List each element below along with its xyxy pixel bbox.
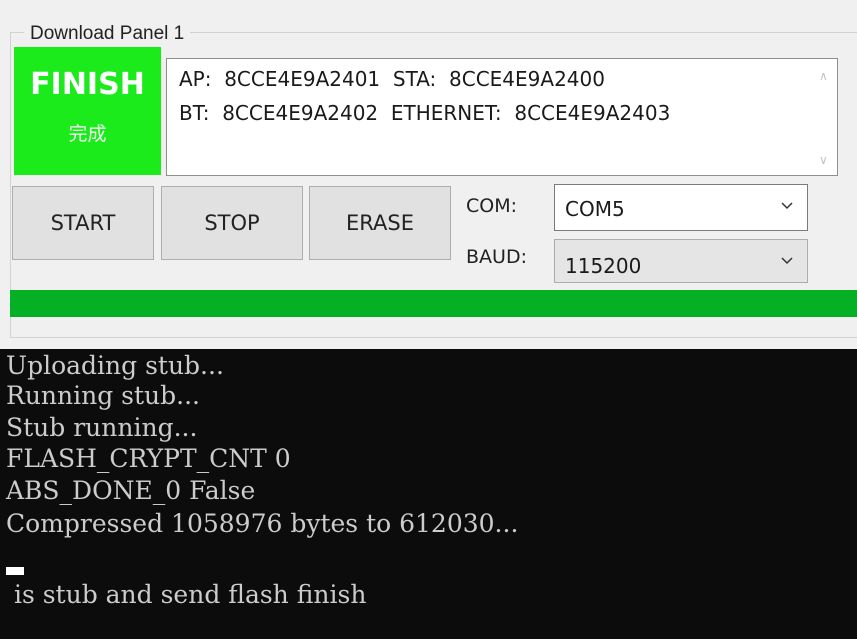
status-sub-text: 完成 <box>68 123 107 145</box>
scroll-up-icon[interactable]: ∧ <box>819 69 828 83</box>
info-scrollbar[interactable]: ∧ ∨ <box>815 59 837 175</box>
console-line: Stub running... <box>6 413 198 442</box>
console-output: Uploading stub... Running stub... Stub r… <box>0 349 857 639</box>
progress-fill <box>10 290 857 317</box>
mac-line-ap-sta: AP: 8CCE4E9A2401 STA: 8CCE4E9A2400 <box>179 67 605 91</box>
progress-bar <box>10 290 857 317</box>
console-line: FLASH_CRYPT_CNT 0 <box>6 444 291 473</box>
chevron-down-icon <box>781 257 793 265</box>
com-label: COM: <box>466 195 518 217</box>
mac-info-textbox[interactable]: AP: 8CCE4E9A2401 STA: 8CCE4E9A2400 BT: 8… <box>166 58 838 176</box>
stop-button[interactable]: STOP <box>161 186 303 260</box>
console-line: Uploading stub... <box>6 351 224 380</box>
baud-label: BAUD: <box>466 246 527 268</box>
console-line: Running stub... <box>6 381 200 410</box>
status-main-text: FINISH <box>30 67 145 102</box>
com-value: COM5 <box>565 197 625 221</box>
mac-line-bt-ethernet: BT: 8CCE4E9A2402 ETHERNET: 8CCE4E9A2403 <box>179 101 671 125</box>
console-line: is stub and send flash finish <box>6 580 367 609</box>
console-line: ABS_DONE_0 False <box>6 476 256 505</box>
console-line: Compressed 1058976 bytes to 612030... <box>6 509 519 538</box>
scroll-down-icon[interactable]: ∨ <box>819 153 828 167</box>
console-cursor <box>6 567 24 575</box>
start-button[interactable]: START <box>12 186 154 260</box>
com-select[interactable]: COM5 <box>554 184 808 231</box>
download-tool-window: Download Panel 1 FINISH 完成 AP: 8CCE4E9A2… <box>0 0 857 349</box>
baud-value: 115200 <box>565 254 642 278</box>
panel-title: Download Panel 1 <box>24 22 191 46</box>
baud-select[interactable]: 115200 <box>554 239 808 283</box>
status-indicator: FINISH 完成 <box>14 47 161 175</box>
erase-button[interactable]: ERASE <box>309 186 451 260</box>
chevron-down-icon <box>781 202 793 210</box>
